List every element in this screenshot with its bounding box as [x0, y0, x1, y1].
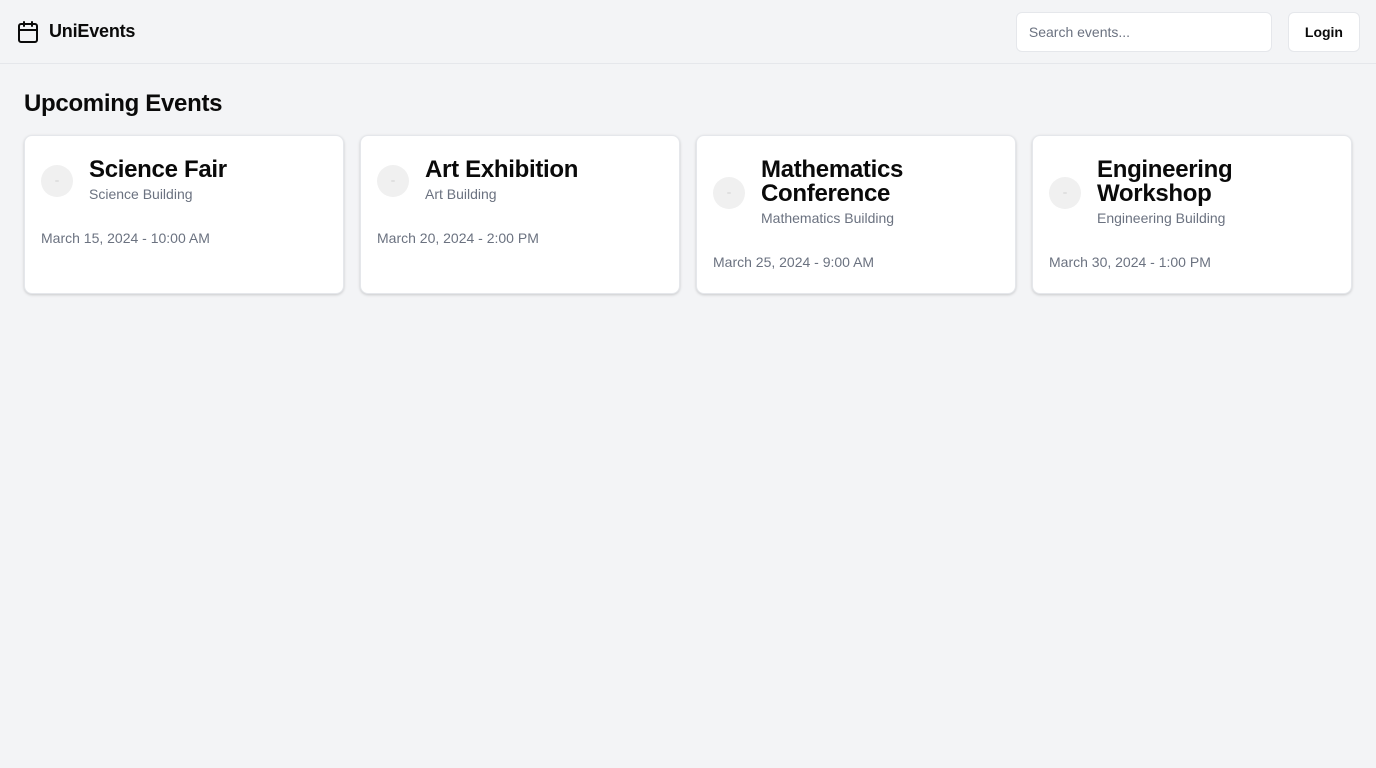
calendar-icon [16, 20, 40, 44]
event-date: March 30, 2024 - 1:00 PM [1049, 254, 1211, 270]
event-title: Mathematics Conference [761, 156, 904, 207]
event-card[interactable]: Engineering Workshop Engineering Buildin… [1032, 135, 1352, 294]
top-navbar: UniEvents Login [0, 0, 1376, 64]
event-heading: Art Exhibition Art Building [425, 158, 578, 204]
page-title: Upcoming Events [24, 90, 223, 117]
event-date: March 20, 2024 - 2:00 PM [377, 230, 539, 246]
brand[interactable]: UniEvents [16, 20, 135, 44]
event-title: Engineering Workshop [1097, 156, 1233, 207]
event-avatar [713, 177, 745, 209]
event-card-header: Art Exhibition Art Building [377, 158, 663, 204]
search-input[interactable] [1015, 11, 1272, 52]
event-grid: Science Fair Science Building March 15, … [24, 135, 1352, 294]
event-card[interactable]: Science Fair Science Building March 15, … [24, 135, 344, 294]
header-actions: Login [1015, 11, 1360, 52]
event-heading: Engineering Workshop Engineering Buildin… [1097, 158, 1335, 228]
event-card-header: Science Fair Science Building [41, 158, 327, 204]
event-location: Science Building [89, 186, 193, 202]
event-date: March 25, 2024 - 9:00 AM [713, 254, 875, 270]
event-title: Science Fair [89, 156, 227, 183]
event-date: March 15, 2024 - 10:00 AM [41, 230, 210, 246]
event-card[interactable]: Mathematics Conference Mathematics Build… [696, 135, 1016, 294]
brand-name: UniEvents [49, 21, 136, 41]
event-card-header: Engineering Workshop Engineering Buildin… [1049, 158, 1335, 228]
event-avatar [377, 165, 409, 197]
login-button[interactable]: Login [1287, 11, 1360, 52]
event-card-header: Mathematics Conference Mathematics Build… [713, 158, 999, 228]
event-location: Art Building [425, 186, 497, 202]
main-content: Upcoming Events Science Fair Science Bui… [0, 64, 1376, 318]
event-heading: Mathematics Conference Mathematics Build… [761, 158, 999, 228]
event-title: Art Exhibition [425, 156, 579, 183]
event-card[interactable]: Art Exhibition Art Building March 20, 20… [360, 135, 680, 294]
event-location: Mathematics Building [761, 210, 895, 226]
event-avatar [1049, 177, 1081, 209]
event-location: Engineering Building [1097, 210, 1226, 226]
event-heading: Science Fair Science Building [89, 158, 227, 204]
event-avatar [41, 165, 73, 197]
